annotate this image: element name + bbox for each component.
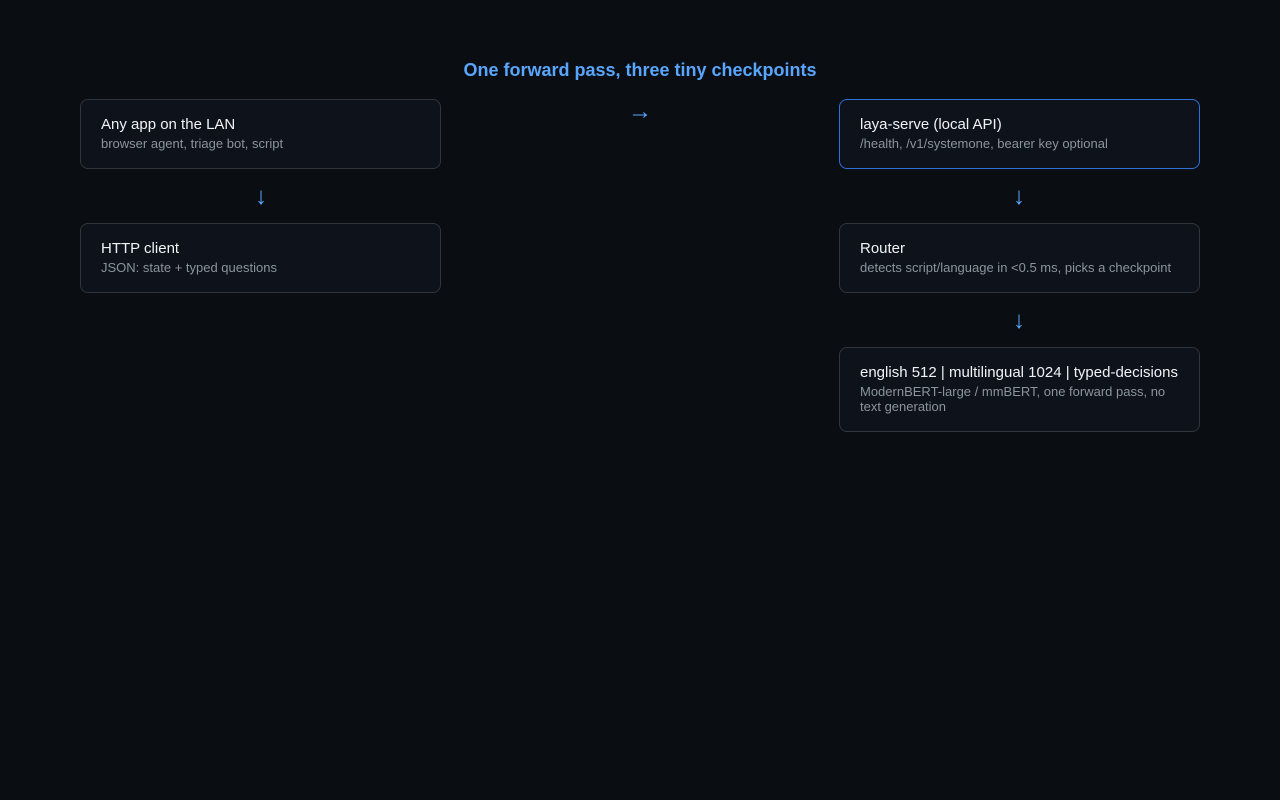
arrow-down-icon: ↓ bbox=[1013, 307, 1025, 334]
arrow-down-icon: ↓ bbox=[255, 183, 267, 210]
node-router: Router detects script/language in <0.5 m… bbox=[839, 223, 1200, 293]
node-title: Router bbox=[860, 240, 906, 257]
node-subtitle: browser agent, triage bot, script bbox=[101, 136, 284, 151]
node-subtitle: JSON: state + typed questions bbox=[101, 260, 277, 275]
diagram-title: One forward pass, three tiny checkpoints bbox=[463, 60, 817, 80]
node-any-app: Any app on the LAN browser agent, triage… bbox=[80, 99, 441, 169]
node-laya-serve: laya-serve (local API) /health, /v1/syst… bbox=[839, 99, 1200, 169]
node-subtitle: ModernBERT-large / mmBERT, one forward p… bbox=[860, 384, 1166, 414]
node-subtitle: /health, /v1/systemone, bearer key optio… bbox=[860, 136, 1108, 151]
node-http-client: HTTP client JSON: state + typed question… bbox=[80, 223, 441, 293]
node-title: laya-serve (local API) bbox=[860, 116, 1002, 133]
node-title: Any app on the LAN bbox=[101, 116, 236, 133]
arrow-right-icon: → bbox=[628, 98, 652, 125]
node-subtitle: detects script/language in <0.5 ms, pick… bbox=[860, 260, 1172, 275]
node-checkpoints: english 512 | multilingual 1024 | typed-… bbox=[839, 347, 1200, 432]
node-title: english 512 | multilingual 1024 | typed-… bbox=[860, 364, 1178, 381]
arrow-down-icon: ↓ bbox=[1013, 183, 1025, 210]
node-title: HTTP client bbox=[101, 240, 180, 257]
